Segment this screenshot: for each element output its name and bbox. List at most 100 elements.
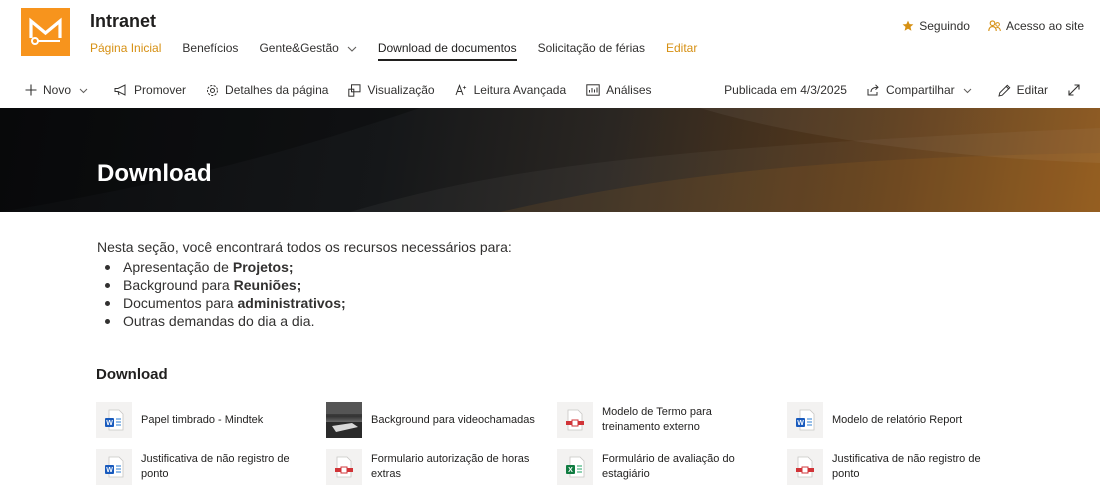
analytics-button[interactable]: Análises: [586, 83, 652, 97]
excel-icon: X: [557, 449, 593, 485]
word-icon: W: [96, 402, 132, 438]
file-item[interactable]: W Papel timbrado - Mindtek: [96, 400, 316, 440]
site-navigation: Página Inicial Benefícios Gente&Gestão D…: [90, 38, 718, 61]
promote-button[interactable]: Promover: [114, 83, 186, 97]
file-name: Background para videochamadas: [371, 413, 535, 426]
download-section-title: Download: [96, 366, 168, 383]
bullet-dot: [105, 300, 110, 306]
file-item[interactable]: X Formulário de avaliação do estagiário: [557, 447, 777, 487]
logo-m-icon: [29, 17, 62, 45]
megaphone-icon: [114, 84, 126, 96]
preview-icon: [348, 83, 361, 97]
published-date: Publicada em 4/3/2025: [724, 83, 847, 97]
file-name: Formulario autorização de horas extras: [371, 453, 530, 480]
file-item[interactable]: Justificativa de não registro de ponto: [787, 447, 1007, 487]
file-item[interactable]: Background para videochamadas: [326, 400, 546, 440]
chevron-down-icon: [79, 83, 94, 97]
word-icon: W: [787, 402, 823, 438]
bullet-bold-text: administrativos;: [237, 295, 346, 311]
expand-button[interactable]: [1068, 84, 1086, 96]
page-details-label: Detalhes da página: [225, 83, 329, 97]
nav-item-document-download[interactable]: Download de documentos: [377, 38, 517, 61]
page-title: Download: [97, 160, 212, 187]
nav-item-label: Editar: [665, 41, 698, 55]
nav-item-label: Gente&Gestão: [259, 41, 339, 55]
share-button[interactable]: Compartilhar: [867, 83, 978, 97]
bullet-dot: [105, 282, 110, 288]
header-actions: Seguindo Acesso ao site: [884, 19, 1084, 33]
bullet-text: Background para: [123, 277, 230, 293]
file-name: Modelo de relatório Report: [832, 413, 963, 426]
bullet-dot: [105, 264, 110, 270]
list-item: Apresentação de Projetos;: [105, 258, 346, 276]
site-access-label: Acesso ao site: [1005, 19, 1084, 33]
edit-button[interactable]: Editar: [997, 83, 1048, 97]
file-item[interactable]: Formulario autorização de horas extras: [326, 447, 546, 487]
immersive-reader-icon: [455, 84, 467, 96]
view-label: Visualização: [367, 83, 435, 97]
gear-icon: [207, 84, 219, 96]
file-name: Modelo de Termo para treinamento externo: [602, 406, 712, 433]
chevron-down-icon: [347, 41, 357, 55]
nav-item-label: Solicitação de férias: [537, 41, 645, 55]
bullet-bold-text: Reuniões;: [233, 277, 302, 293]
nav-item-benefits[interactable]: Benefícios: [182, 38, 238, 58]
pencil-icon: [997, 84, 1011, 97]
list-item: Background para Reuniões;: [105, 276, 346, 294]
bullet-text: Apresentação de: [123, 259, 229, 275]
bullet-text: Outras demandas do dia a dia.: [123, 313, 315, 329]
list-item: Outras demandas do dia a dia.: [105, 312, 346, 330]
chevron-down-icon: [963, 83, 978, 97]
following-button[interactable]: Seguindo: [902, 19, 970, 33]
bullet-text: Documentos para: [123, 295, 234, 311]
nav-item-label: Download de documentos: [377, 41, 517, 55]
bullet-dot: [105, 318, 110, 324]
intro-bullet-list: Apresentação de Projetos; Background para…: [105, 258, 346, 330]
svg-text:W: W: [797, 420, 804, 427]
promote-label: Promover: [134, 83, 187, 97]
nav-item-home[interactable]: Página Inicial: [90, 38, 161, 58]
site-logo[interactable]: [21, 8, 70, 56]
plus-icon: [25, 84, 37, 96]
new-label: Novo: [43, 83, 72, 97]
share-icon: [867, 84, 879, 96]
file-name: Papel timbrado - Mindtek: [141, 413, 264, 426]
file-name: Justificativa de não registro de ponto: [141, 453, 290, 480]
svg-text:X: X: [568, 467, 573, 474]
expand-icon: [1068, 84, 1080, 96]
svg-text:W: W: [106, 467, 113, 474]
file-name: Formulário de avaliação do estagiário: [602, 453, 735, 480]
site-access-button[interactable]: Acesso ao site: [988, 19, 1084, 33]
nav-item-vacation-request[interactable]: Solicitação de férias: [538, 38, 645, 58]
title-banner: Download: [0, 108, 1100, 212]
image-thumbnail: [326, 402, 362, 438]
file-name: Justificativa de não registro de ponto: [832, 453, 981, 480]
svg-text:W: W: [106, 420, 113, 427]
analytics-label: Análises: [606, 83, 652, 97]
nav-item-label: Benefícios: [182, 41, 239, 55]
following-label: Seguindo: [919, 19, 970, 33]
nav-item-people-management[interactable]: Gente&Gestão: [259, 38, 357, 58]
nav-edit-link[interactable]: Editar: [666, 38, 697, 58]
intro-text: Nesta seção, você encontrará todos os re…: [97, 239, 512, 255]
immersive-reader-button[interactable]: Leitura Avançada: [455, 83, 567, 97]
edit-label: Editar: [1016, 83, 1048, 97]
command-bar: Novo Promover Detalhes da página Visuali…: [0, 72, 1100, 108]
file-item[interactable]: W Justificativa de não registro de ponto: [96, 447, 316, 487]
share-label: Compartilhar: [885, 83, 955, 97]
site-title[interactable]: Intranet: [90, 11, 156, 32]
analytics-icon: [586, 84, 600, 96]
page-details-button[interactable]: Detalhes da página: [206, 83, 328, 97]
file-item[interactable]: Modelo de Termo para treinamento externo: [557, 400, 777, 440]
word-icon: W: [96, 449, 132, 485]
site-header: Intranet Página Inicial Benefícios Gente…: [0, 0, 1100, 68]
nav-item-label: Página Inicial: [90, 41, 162, 55]
pdf-icon: [557, 402, 593, 438]
file-item[interactable]: W Modelo de relatório Report: [787, 400, 1007, 440]
people-icon: [988, 20, 1001, 32]
new-button[interactable]: Novo: [25, 83, 94, 97]
view-button[interactable]: Visualização: [348, 83, 435, 97]
list-item: Documentos para administrativos;: [105, 294, 346, 312]
pdf-icon: [787, 449, 823, 485]
immersive-reader-label: Leitura Avançada: [473, 83, 567, 97]
